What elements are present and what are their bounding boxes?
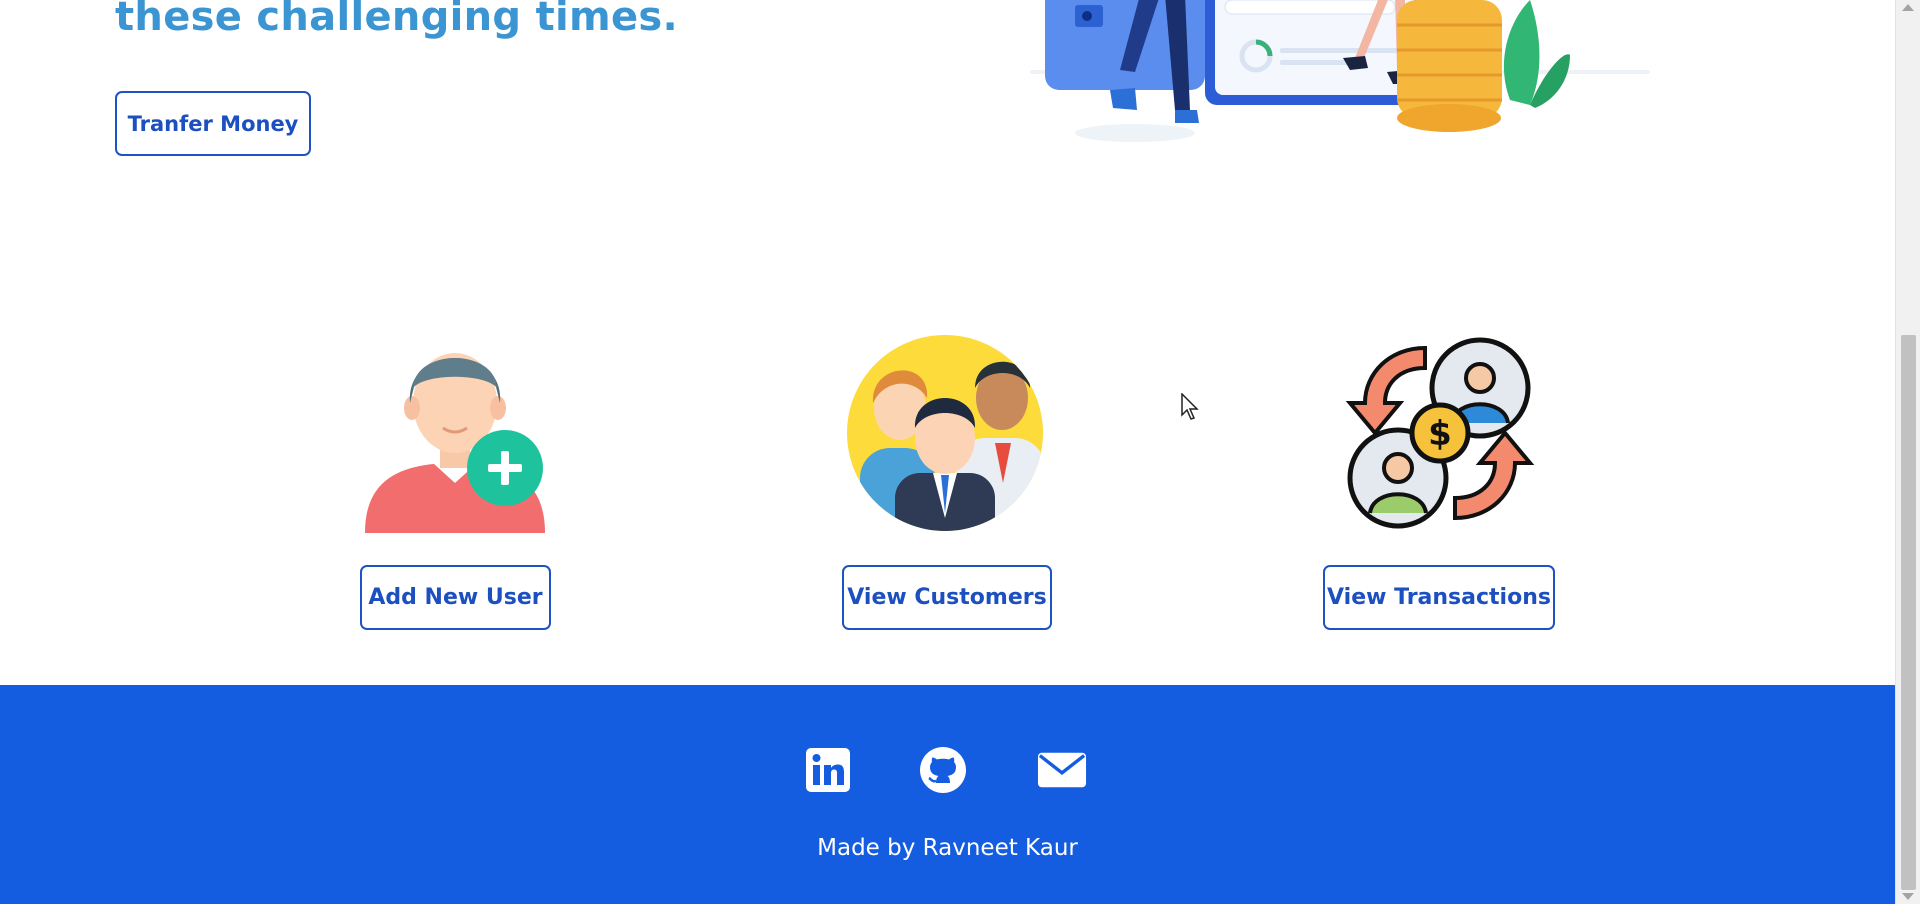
scroll-up-arrow-icon[interactable] (1902, 4, 1914, 11)
hero-illustration (1030, 0, 1650, 142)
transactions-icon: $ (1345, 337, 1535, 529)
transfer-money-button[interactable]: Tranfer Money (115, 91, 311, 156)
linkedin-icon[interactable] (803, 745, 853, 795)
scroll-thumb[interactable] (1901, 335, 1916, 890)
customers-icon (847, 335, 1043, 531)
add-user-icon (365, 353, 545, 533)
scroll-down-arrow-icon[interactable] (1902, 893, 1914, 900)
view-customers-button[interactable]: View Customers (842, 565, 1052, 630)
footer: Made by Ravneet Kaur (0, 685, 1895, 904)
vertical-scrollbar[interactable] (1895, 0, 1920, 904)
github-icon[interactable] (918, 745, 968, 795)
svg-text:$: $ (1428, 414, 1452, 454)
footer-credit: Made by Ravneet Kaur (817, 835, 1078, 861)
hero-heading: these challenging times. (115, 0, 679, 40)
mail-icon[interactable] (1037, 745, 1087, 795)
page: these challenging times. Tranfer Money $… (0, 0, 1895, 904)
mouse-cursor-icon (1181, 393, 1199, 420)
view-transactions-button[interactable]: View Transactions (1323, 565, 1555, 630)
footer-social-icons (0, 745, 1895, 795)
add-new-user-button[interactable]: Add New User (360, 565, 551, 630)
